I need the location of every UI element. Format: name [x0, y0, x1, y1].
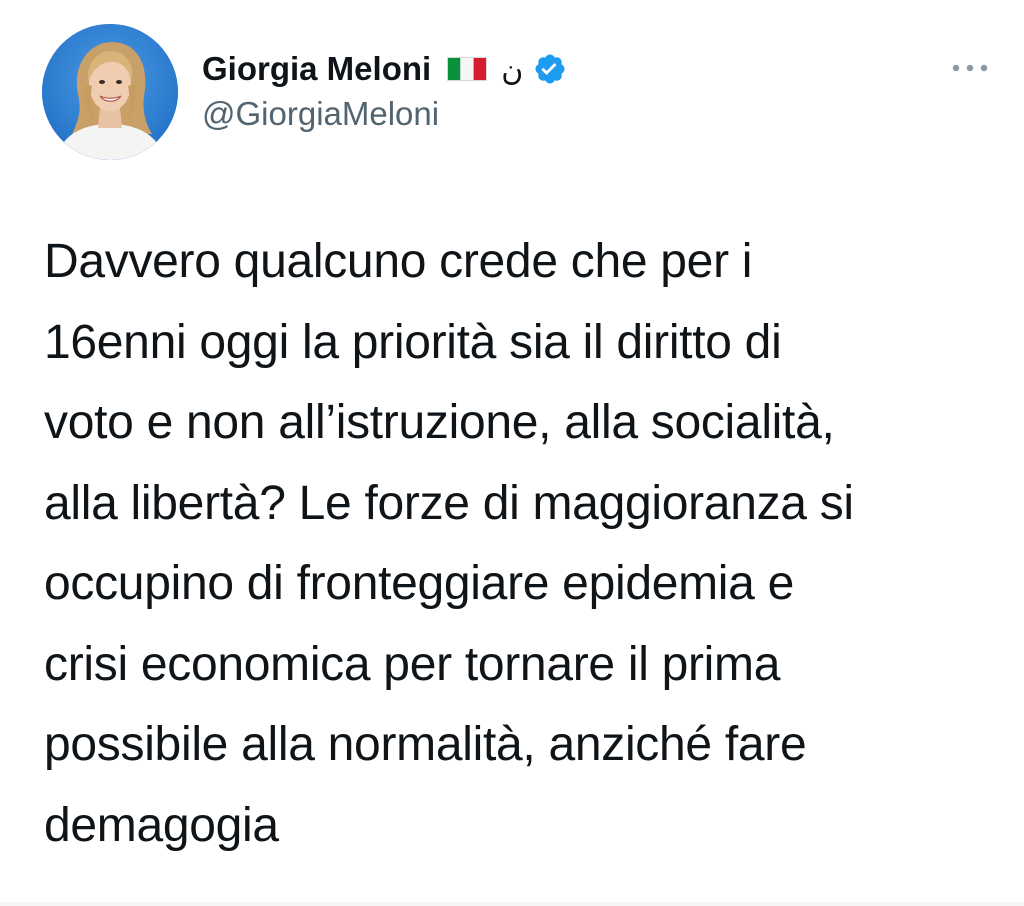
tweet-text-line: possibile alla normalità, anziché fare: [44, 718, 807, 771]
author-handle[interactable]: @GiorgiaMeloni: [202, 95, 439, 133]
italy-flag-icon: [447, 57, 488, 81]
tweet-text-line: crisi economica per tornare il prima: [44, 637, 781, 691]
author-name-row[interactable]: Giorgia Meloni ن: [202, 47, 567, 91]
verified-badge-icon: [533, 52, 567, 86]
tweet-text-line: Davvero qualcuno crede che per i: [44, 235, 753, 288]
avatar[interactable]: [42, 24, 178, 160]
tweet-card: Giorgia Meloni ن @GiorgiaMeloni Davvero …: [0, 0, 1024, 906]
tweet-text-line: voto e non all’istruzione, alla socialit…: [44, 396, 835, 449]
tweet-text: Davvero qualcuno crede che per i 16enni …: [44, 222, 994, 866]
tweet-text-line: occupino di fronteggiare epidemia e: [44, 557, 795, 610]
author-display-name[interactable]: Giorgia Meloni: [202, 50, 431, 88]
tweet-text-line: 16enni oggi la priorità sia il diritto d…: [44, 315, 782, 369]
tweet-text-line: alla libertà? Le forze di maggioranza si: [44, 476, 854, 530]
nun-symbol: ن: [501, 53, 524, 88]
bottom-divider: [0, 902, 1024, 906]
tweet-text-line: demagogia: [44, 798, 279, 852]
more-horizontal-icon[interactable]: [948, 58, 992, 78]
avatar-image: [42, 24, 178, 160]
